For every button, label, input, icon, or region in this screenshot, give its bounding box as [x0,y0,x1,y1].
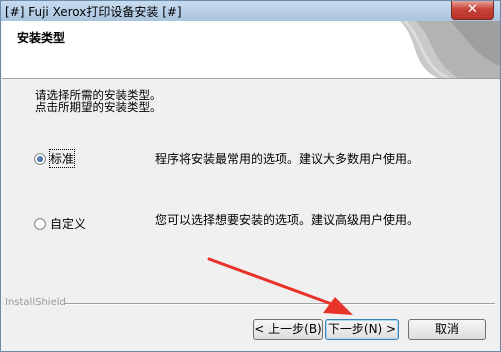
option-custom[interactable]: 自定义 [34,215,86,232]
cancel-button[interactable]: 取消 [408,319,486,340]
title-bar[interactable]: [#] Fuji Xerox打印设备安装 [#] ✕ [1,1,500,21]
option-standard-description: 程序将安装最常用的选项。建议大多数用户使用。 [155,152,420,166]
instructions: 请选择所需的安装类型。 点击所期望的安装类型。 [35,89,162,113]
instruction-line: 点击所期望的安装类型。 [35,100,162,114]
header-decoration-icon [400,21,500,78]
option-custom-label[interactable]: 自定义 [50,215,86,232]
radio-standard[interactable] [34,152,46,165]
close-icon: ✕ [467,2,478,17]
page-title: 安装类型 [17,31,66,45]
option-custom-description: 您可以选择想要安装的选项。建议高级用户使用。 [155,213,420,227]
option-standard[interactable]: 标准 [34,149,76,168]
radio-custom[interactable] [34,217,46,230]
window-title: [#] Fuji Xerox打印设备安装 [#] [5,5,182,19]
back-button[interactable]: < 上一步(B) [253,319,323,340]
installer-window: [#] Fuji Xerox打印设备安装 [#] ✕ 安装类型 请选择所需的安装… [0,0,501,352]
option-standard-label[interactable]: 标准 [48,149,76,168]
content-panel: 请选择所需的安装类型。 点击所期望的安装类型。 标准 程序将安装最常用的选项。建… [2,80,500,306]
header-panel: 安装类型 [2,21,500,79]
installshield-brand: InstallShield [5,297,66,308]
next-button[interactable]: 下一步(N) > [325,319,399,340]
close-button[interactable]: ✕ [451,1,494,20]
footer-divider [65,303,495,305]
